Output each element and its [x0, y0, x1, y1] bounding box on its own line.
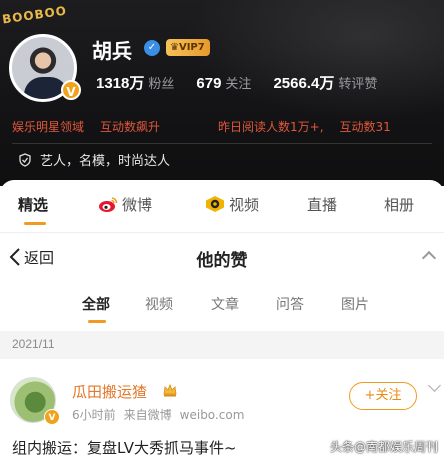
watermark: 头条@南都娱乐周刊	[329, 440, 438, 454]
date-group-header: 2021/11	[0, 331, 444, 359]
intro-text: 艺人，名模，时尚达人	[40, 154, 171, 169]
interactions-count: 2566.4万	[273, 75, 335, 92]
avatar-decoration-text: BOOBOO	[1, 3, 68, 27]
tag-interact: 互动数31	[339, 120, 391, 134]
crown-icon	[163, 383, 177, 397]
tab-video-label: 视频	[229, 196, 260, 214]
profile-tab-bar: 精选 微博 视频 直播 相册	[0, 180, 444, 226]
verified-icon: ✓	[144, 40, 160, 56]
chevron-down-icon[interactable]	[428, 379, 441, 392]
active-tab-indicator	[24, 222, 46, 225]
filter-qa[interactable]: 问答	[276, 294, 304, 314]
tag-domain-row[interactable]: 娱乐明星领域 互动数飙升	[12, 118, 160, 135]
tab-album-label: 相册	[384, 196, 415, 214]
shield-icon	[19, 153, 31, 167]
post-meta: 6小时前 来自微博 weibo.com	[72, 406, 244, 423]
liked-page-header: 返回 他的赞	[0, 232, 444, 280]
tab-featured-label: 精选	[18, 196, 49, 214]
followers-label: 粉丝	[148, 77, 175, 92]
profile-stats: 1318万 粉丝 679 关注 2566.4万 转评赞	[96, 72, 399, 93]
post-author-name[interactable]: 瓜田搬运猹	[72, 381, 147, 402]
post-source-domain: weibo.com	[179, 408, 245, 422]
header-divider	[12, 143, 432, 144]
tab-live-label: 直播	[307, 196, 338, 214]
stat-following[interactable]: 679 关注	[196, 75, 273, 92]
video-icon	[206, 196, 224, 212]
post-source: 来自微博	[123, 408, 172, 422]
tab-album[interactable]: 相册	[384, 194, 414, 215]
filter-image[interactable]: 图片	[341, 294, 369, 314]
tag-read-row[interactable]: 昨日阅读人数1万+, 互动数31	[218, 118, 391, 135]
followers-count: 1318万	[96, 75, 145, 92]
tag-domain: 娱乐明星领域	[12, 120, 85, 134]
profile-header: BOOBOO V 胡兵 ✓ ♛VIP7 1318万 粉丝 679 关注 2566.4万转…	[0, 0, 444, 186]
filter-all[interactable]: 全部	[82, 294, 110, 314]
post-text[interactable]: 组内搬运：复盘LV大秀抓马事件~	[12, 437, 237, 458]
profile-name: 胡兵	[92, 39, 132, 63]
header-background	[184, 0, 444, 120]
interactions-label: 转评赞	[338, 77, 378, 92]
following-label: 关注	[225, 77, 252, 92]
verified-v-badge: V	[61, 80, 81, 100]
tab-weibo[interactable]: 微博	[98, 194, 152, 215]
post-verified-badge: V	[44, 409, 60, 425]
filter-tab-bar: 全部 视频 文章 问答 图片	[0, 280, 444, 328]
following-count: 679	[196, 75, 222, 92]
tab-video[interactable]: 视频	[205, 194, 259, 215]
page-title: 他的赞	[196, 251, 248, 271]
filter-article[interactable]: 文章	[211, 294, 239, 314]
follow-button[interactable]: +关注	[349, 382, 417, 410]
vip-label: VIP7	[178, 42, 205, 53]
profile-intro[interactable]: 艺人，名模，时尚达人	[18, 150, 170, 169]
tab-live[interactable]: 直播	[307, 194, 337, 215]
post-time: 6小时前	[72, 408, 116, 422]
tag-growth: 互动数飙升	[100, 120, 161, 134]
active-filter-indicator	[88, 320, 106, 323]
stat-interactions: 2566.4万 转评赞	[273, 75, 399, 92]
date-group-label: 2021/11	[12, 337, 55, 351]
filter-video[interactable]: 视频	[145, 294, 173, 314]
weibo-icon	[99, 197, 118, 212]
tag-read: 昨日阅读人数1万+,	[218, 120, 324, 134]
crown-small-icon: ♛	[170, 42, 179, 53]
stat-followers[interactable]: 1318万 粉丝	[96, 75, 196, 92]
tab-weibo-label: 微博	[122, 196, 153, 214]
tab-featured[interactable]: 精选	[18, 194, 48, 215]
vip-badge[interactable]: ♛VIP7	[166, 39, 210, 56]
